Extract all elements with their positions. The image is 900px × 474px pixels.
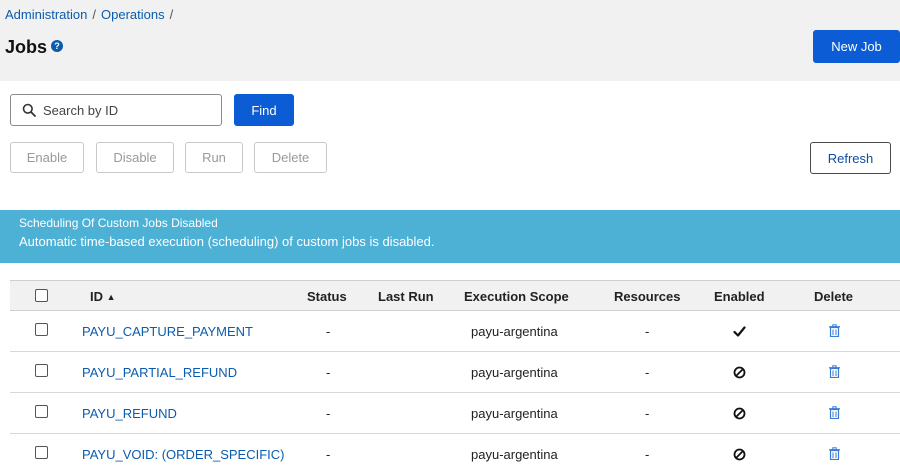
trash-icon[interactable] (828, 447, 841, 460)
row-checkbox[interactable] (35, 405, 48, 418)
sort-ascending-icon: ▲ (106, 292, 116, 302)
new-job-button[interactable]: New Job (813, 30, 900, 63)
disable-button[interactable]: Disable (96, 142, 174, 173)
breadcrumb-separator: / (92, 7, 96, 22)
table-row: PAYU_VOID: (ORDER_SPECIFIC) - payu-argen… (10, 434, 900, 474)
breadcrumb-operations[interactable]: Operations (101, 7, 165, 22)
trash-icon[interactable] (828, 406, 841, 419)
row-checkbox[interactable] (35, 323, 48, 336)
table-row: PAYU_REFUND - payu-argentina - (10, 393, 900, 434)
job-execution-scope: payu-argentina (471, 406, 558, 421)
checkmark-icon (733, 326, 746, 337)
job-resources: - (645, 324, 650, 339)
job-execution-scope: payu-argentina (471, 324, 558, 339)
job-id-link[interactable]: PAYU_PARTIAL_REFUND (82, 365, 237, 380)
run-button[interactable]: Run (185, 142, 243, 173)
page-header: Administration / Operations / Jobs ? New Jo… (0, 0, 900, 81)
table-row: PAYU_CAPTURE_PAYMENT - payu-argentina - (10, 311, 900, 352)
refresh-button[interactable]: Refresh (810, 142, 891, 174)
job-resources: - (645, 365, 650, 380)
column-header-id[interactable]: ID ▲ (90, 289, 116, 304)
delete-button[interactable]: Delete (254, 142, 327, 173)
table-header: ID ▲ Status Last Run Execution Scope Res… (10, 280, 900, 311)
search-icon (22, 103, 36, 117)
row-checkbox[interactable] (35, 364, 48, 377)
breadcrumb-administration[interactable]: Administration (5, 7, 87, 22)
job-execution-scope: payu-argentina (471, 447, 558, 462)
job-resources: - (645, 406, 650, 421)
banner-message: Automatic time-based execution (scheduli… (19, 234, 435, 249)
column-header-last-run[interactable]: Last Run (378, 289, 434, 304)
breadcrumb: Administration / Operations / (5, 7, 178, 22)
breadcrumb-separator: / (169, 7, 174, 22)
page-title: Jobs (5, 37, 48, 57)
enable-button[interactable]: Enable (10, 142, 84, 173)
job-execution-scope: payu-argentina (471, 365, 558, 380)
column-header-execution-scope[interactable]: Execution Scope (464, 289, 569, 304)
select-all-checkbox[interactable] (35, 289, 48, 302)
table-row: PAYU_PARTIAL_REFUND - payu-argentina - (10, 352, 900, 393)
search-field[interactable] (10, 94, 222, 126)
disabled-icon (733, 448, 746, 461)
job-id-link[interactable]: PAYU_REFUND (82, 406, 177, 421)
trash-icon[interactable] (828, 365, 841, 378)
search-input[interactable] (43, 96, 219, 124)
job-resources: - (645, 447, 650, 462)
column-header-status[interactable]: Status (307, 289, 347, 304)
row-checkbox[interactable] (35, 446, 48, 459)
find-button[interactable]: Find (234, 94, 294, 126)
trash-icon[interactable] (828, 324, 841, 337)
banner-title: Scheduling Of Custom Jobs Disabled (19, 216, 218, 230)
disabled-icon (733, 366, 746, 379)
job-status: - (326, 324, 331, 339)
job-id-link[interactable]: PAYU_VOID: (ORDER_SPECIFIC) (82, 447, 285, 462)
column-header-enabled[interactable]: Enabled (714, 289, 765, 304)
job-status: - (326, 365, 331, 380)
info-banner: Scheduling Of Custom Jobs Disabled Autom… (0, 210, 900, 263)
disabled-icon (733, 407, 746, 420)
job-status: - (326, 406, 331, 421)
column-header-id-label: ID (90, 289, 103, 304)
job-id-link[interactable]: PAYU_CAPTURE_PAYMENT (82, 324, 253, 339)
job-status: - (326, 447, 331, 462)
help-icon[interactable]: ? (51, 40, 63, 52)
column-header-resources[interactable]: Resources (614, 289, 680, 304)
column-header-delete: Delete (814, 289, 854, 304)
